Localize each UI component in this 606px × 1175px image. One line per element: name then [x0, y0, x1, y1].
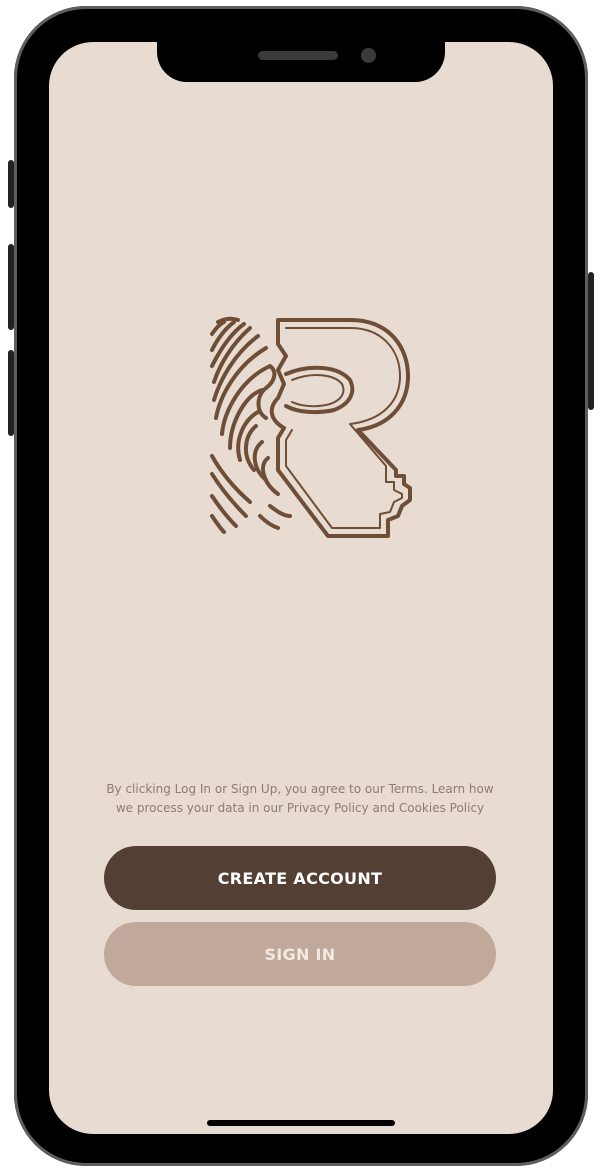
- create-account-button[interactable]: CREATE ACCOUNT: [104, 846, 496, 910]
- legal-line-1: By clicking Log In or Sign Up, you agree…: [106, 782, 494, 796]
- legal-notice: By clicking Log In or Sign Up, you agree…: [104, 780, 496, 818]
- volume-up-button: [8, 244, 14, 330]
- front-camera: [361, 48, 376, 63]
- notch: [157, 38, 445, 82]
- r-fingerprint-key-logo-icon: [210, 316, 412, 538]
- sign-in-button[interactable]: SIGN IN: [104, 922, 496, 986]
- legal-line-2: we process your data in our Privacy Poli…: [115, 801, 485, 815]
- power-button: [588, 272, 594, 410]
- silent-switch: [8, 160, 14, 208]
- speaker-grille: [258, 51, 338, 60]
- home-indicator[interactable]: [207, 1120, 395, 1126]
- volume-down-button: [8, 350, 14, 436]
